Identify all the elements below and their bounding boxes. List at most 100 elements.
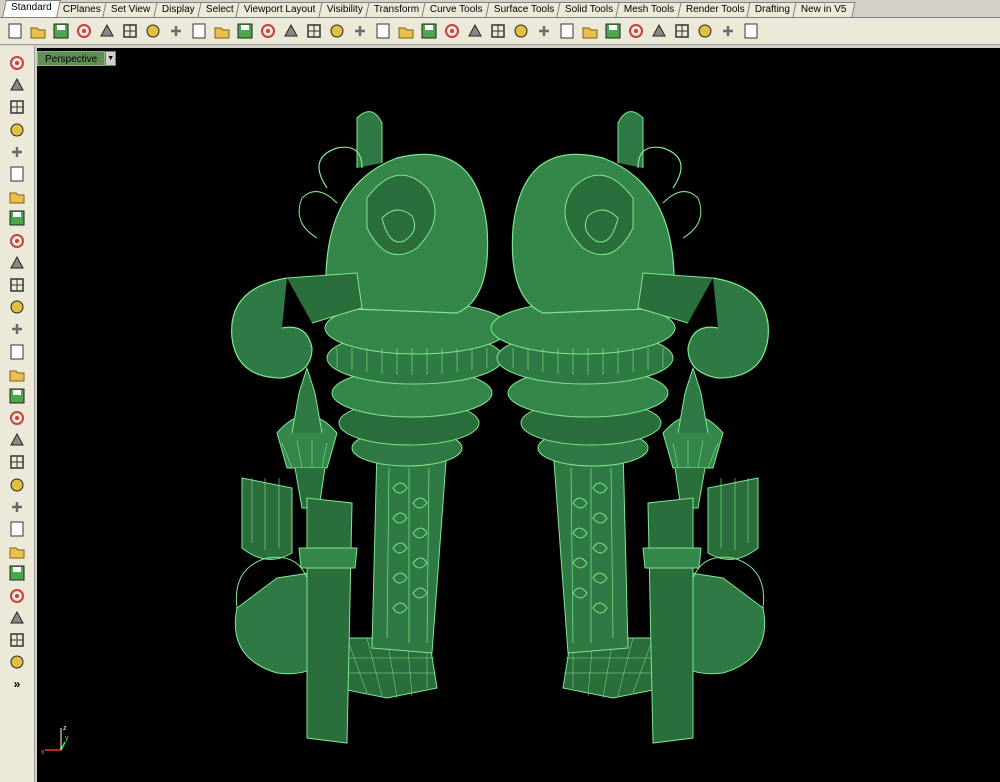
analyze-icon[interactable] [5,629,29,651]
curve-icon[interactable] [5,119,29,141]
viewport-dropdown-icon[interactable]: ▼ [105,51,117,66]
zoom-icon[interactable] [257,20,279,42]
tab-curve-tools[interactable]: Curve Tools [421,2,492,17]
zoom-extents-icon[interactable] [303,20,325,42]
text-icon[interactable] [5,562,29,584]
camera-icon[interactable] [418,20,440,42]
tab-set-view[interactable]: Set View [102,2,160,17]
tab-label: Display [161,4,195,15]
circle-icon[interactable] [5,141,29,163]
tab-label: Curve Tools [429,4,483,15]
mesh-icon[interactable] [5,385,29,407]
shade-icon[interactable] [5,474,29,496]
tab-label: New in V5 [801,4,847,15]
rectangle-icon[interactable] [5,207,29,229]
rebuild-icon[interactable] [5,540,29,562]
print-icon[interactable] [73,20,95,42]
polyline-icon[interactable] [5,96,29,118]
axis-y-label: y [65,735,69,742]
more-tools-button[interactable]: » [5,673,29,695]
rotate-icon[interactable] [5,518,29,540]
tab-label: CPlanes [62,4,101,15]
tab-cplanes[interactable]: CPlanes [53,2,110,17]
standard-toolbar [0,18,1000,45]
light-bulb-icon[interactable] [487,20,509,42]
tab-visibility[interactable]: Visibility [318,2,372,17]
group-icon[interactable] [5,607,29,629]
tab-surface-tools[interactable]: Surface Tools [484,2,563,17]
copy-icon[interactable] [142,20,164,42]
fillet-icon[interactable] [5,252,29,274]
gear-icon[interactable] [694,20,716,42]
arc-icon[interactable] [5,185,29,207]
dimension-icon[interactable] [717,20,739,42]
tab-new-in-v5[interactable]: New in V5 [792,2,856,17]
polygon-icon[interactable] [5,230,29,252]
gear-explode-icon[interactable] [5,407,29,429]
padlock-icon[interactable] [510,20,532,42]
tab-solid-tools[interactable]: Solid Tools [556,2,622,17]
tab-drafting[interactable]: Drafting [746,2,799,17]
tab-standard[interactable]: Standard [2,0,61,17]
tab-label: Select [205,4,234,15]
tab-viewport-layout[interactable]: Viewport Layout [235,2,325,17]
color-wheel-icon[interactable] [556,20,578,42]
move-view-icon[interactable] [234,20,256,42]
box-icon[interactable] [5,318,29,340]
tab-mesh-tools[interactable]: Mesh Tools [615,2,684,17]
import-icon[interactable] [96,20,118,42]
tab-display[interactable]: Display [153,2,204,17]
tab-label: Set View [111,4,151,15]
zoom-window-icon[interactable] [280,20,302,42]
sphere-shaded-icon[interactable] [602,20,624,42]
viewport-tab[interactable]: Perspective ▼ [37,51,117,66]
tab-transform[interactable]: Transform [365,2,428,17]
perspective-viewport[interactable]: Perspective ▼ x y z [37,48,1000,782]
tab-label: Solid Tools [564,4,614,15]
ellipse-icon[interactable] [5,163,29,185]
array-icon[interactable] [5,585,29,607]
tab-label: Surface Tools [493,4,554,15]
open-icon[interactable] [27,20,49,42]
point-cloud-icon[interactable] [5,496,29,518]
undo-icon[interactable] [188,20,210,42]
render-icon[interactable] [671,20,693,42]
tab-label: Transform [373,4,419,15]
help-icon[interactable] [740,20,762,42]
tab-label: Standard [11,2,52,13]
axis-z-label: z [63,725,67,732]
car-icon[interactable] [395,20,417,42]
split-icon[interactable] [5,451,29,473]
lock-icon[interactable] [464,20,486,42]
cube-view-icon[interactable] [5,651,29,673]
cylinder-icon[interactable] [5,363,29,385]
point-icon[interactable] [5,74,29,96]
rotate-view-icon[interactable] [349,20,371,42]
new-icon[interactable] [4,20,26,42]
tab-label: Viewport Layout [244,4,316,15]
sphere-gray-icon[interactable] [579,20,601,42]
axis-icon: x y z [41,725,69,756]
sphere-boolean-icon[interactable] [5,340,29,362]
four-viewports-icon[interactable] [372,20,394,42]
layer-icon[interactable] [533,20,555,42]
save-icon[interactable] [50,20,72,42]
tab-label: Render Tools [685,4,745,15]
zoom-dynamic-icon[interactable] [441,20,463,42]
tab-render-tools[interactable]: Render Tools [676,2,753,17]
tab-label: Mesh Tools [624,4,675,15]
cut-icon[interactable] [119,20,141,42]
extrude-icon[interactable] [5,296,29,318]
zoom-selected-icon[interactable] [326,20,348,42]
viewport-title[interactable]: Perspective [37,51,106,66]
left-toolbar: » [0,46,35,782]
sphere-render-icon[interactable] [625,20,647,42]
paste-icon[interactable] [165,20,187,42]
select-arrow-icon[interactable] [5,52,29,74]
transform-icon[interactable] [5,429,29,451]
toolbar-tabs: Standard CPlanes Set View Display Select View… [0,0,1000,18]
surface-icon[interactable] [5,274,29,296]
pan-icon[interactable] [211,20,233,42]
tab-label: Drafting [755,4,791,15]
sphere-blue-icon[interactable] [648,20,670,42]
